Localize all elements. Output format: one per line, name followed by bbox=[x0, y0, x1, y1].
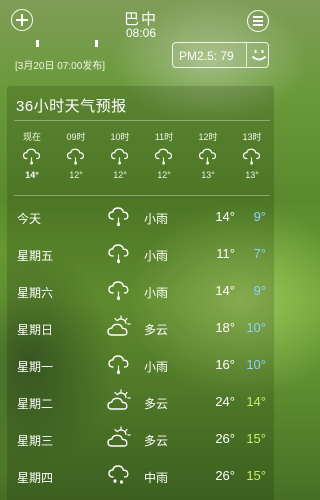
day-low-temperature: 9° bbox=[253, 283, 266, 298]
day-name: 星期六 bbox=[17, 286, 54, 300]
day-low-temperature: 7° bbox=[253, 246, 266, 261]
day-condition: 多云 bbox=[144, 323, 169, 337]
day-row[interactable]: 星期日 多云 18° 10° bbox=[0, 311, 282, 347]
hour-label: 12时 bbox=[198, 132, 218, 142]
day-name: 星期日 bbox=[17, 323, 54, 337]
day-row[interactable]: 星期五 小雨 11° 7° bbox=[0, 237, 282, 273]
day-name: 星期二 bbox=[17, 397, 54, 411]
partly-cloudy-icon bbox=[106, 425, 132, 451]
light-rain-icon bbox=[21, 145, 43, 167]
partly-cloudy-icon bbox=[106, 388, 132, 414]
day-row[interactable]: 星期四 中雨 26° 15° bbox=[0, 459, 282, 495]
day-row[interactable]: 星期六 小雨 14° 9° bbox=[0, 274, 282, 310]
light-rain-icon bbox=[65, 145, 87, 167]
day-name: 今天 bbox=[17, 212, 42, 226]
hour-label: 09时 bbox=[66, 132, 86, 142]
hour-label: 13时 bbox=[242, 132, 262, 142]
hour-label: 11时 bbox=[154, 132, 174, 142]
day-condition: 小雨 bbox=[144, 286, 169, 300]
light-rain-icon bbox=[153, 145, 175, 167]
day-condition: 中雨 bbox=[144, 471, 169, 485]
hour-column: 10时 12° bbox=[98, 130, 142, 180]
light-rain-icon bbox=[241, 145, 263, 167]
pm25-badge[interactable]: PM2.5: 79 bbox=[172, 42, 269, 68]
day-name: 星期五 bbox=[17, 249, 54, 263]
light-rain-icon bbox=[106, 203, 132, 229]
smiley-face-icon bbox=[252, 50, 266, 61]
hour-temperature: 14° bbox=[25, 170, 39, 180]
day-row[interactable]: 今天 小雨 14° 9° bbox=[0, 200, 282, 236]
current-time: 08:06 bbox=[125, 26, 157, 40]
page-indicator-tick bbox=[36, 40, 39, 47]
day-condition: 小雨 bbox=[144, 212, 169, 226]
hour-temperature: 12° bbox=[113, 170, 127, 180]
day-row[interactable]: 星期三 多云 26° 15° bbox=[0, 422, 282, 458]
hour-column: 现在 14° bbox=[10, 130, 54, 180]
pm25-divider bbox=[246, 43, 247, 67]
hour-label: 10时 bbox=[110, 132, 130, 142]
day-low-temperature: 15° bbox=[246, 468, 266, 483]
day-name: 星期三 bbox=[17, 434, 54, 448]
day-low-temperature: 9° bbox=[253, 209, 266, 224]
day-high-temperature: 18° bbox=[215, 320, 235, 335]
day-low-temperature: 10° bbox=[246, 357, 266, 372]
day-high-temperature: 11° bbox=[216, 246, 235, 261]
day-high-temperature: 26° bbox=[215, 468, 235, 483]
day-high-temperature: 14° bbox=[215, 283, 235, 298]
menu-button[interactable] bbox=[247, 10, 269, 32]
light-rain-icon bbox=[109, 145, 131, 167]
day-row[interactable]: 星期一 小雨 16° 10° bbox=[0, 348, 282, 384]
partly-cloudy-icon bbox=[106, 314, 132, 340]
moderate-rain-icon bbox=[106, 462, 132, 488]
day-condition: 多云 bbox=[144, 397, 169, 411]
day-high-temperature: 16° bbox=[215, 357, 235, 372]
release-time: [3月20日 07:00发布] bbox=[15, 61, 106, 72]
day-high-temperature: 24° bbox=[215, 394, 235, 409]
light-rain-icon bbox=[106, 351, 132, 377]
page-indicator-tick bbox=[95, 40, 98, 47]
hour-column: 12时 13° bbox=[186, 130, 230, 180]
light-rain-icon bbox=[106, 277, 132, 303]
forecast-title: 36小时天气预报 bbox=[16, 98, 127, 115]
hour-temperature: 13° bbox=[201, 170, 215, 180]
day-condition: 小雨 bbox=[144, 360, 169, 374]
pm25-value: PM2.5: 79 bbox=[179, 49, 234, 63]
hour-temperature: 12° bbox=[69, 170, 83, 180]
light-rain-icon bbox=[197, 145, 219, 167]
day-high-temperature: 26° bbox=[215, 431, 235, 446]
day-condition: 小雨 bbox=[144, 249, 169, 263]
day-low-temperature: 14° bbox=[246, 394, 266, 409]
light-rain-icon bbox=[106, 240, 132, 266]
hour-temperature: 12° bbox=[157, 170, 171, 180]
menu-icon bbox=[253, 16, 263, 26]
day-low-temperature: 10° bbox=[246, 320, 266, 335]
day-name: 星期四 bbox=[17, 471, 54, 485]
day-condition: 多云 bbox=[144, 434, 169, 448]
day-high-temperature: 14° bbox=[215, 209, 235, 224]
day-low-temperature: 15° bbox=[246, 431, 266, 446]
day-name: 星期一 bbox=[17, 360, 54, 374]
hour-column: 13时 13° bbox=[230, 130, 274, 180]
divider bbox=[14, 195, 270, 196]
hour-column: 09时 12° bbox=[54, 130, 98, 180]
hour-temperature: 13° bbox=[245, 170, 259, 180]
hour-column: 11时 12° bbox=[142, 130, 186, 180]
hour-label: 现在 bbox=[22, 132, 41, 142]
divider bbox=[14, 120, 270, 121]
day-row[interactable]: 星期二 多云 24° 14° bbox=[0, 385, 282, 421]
